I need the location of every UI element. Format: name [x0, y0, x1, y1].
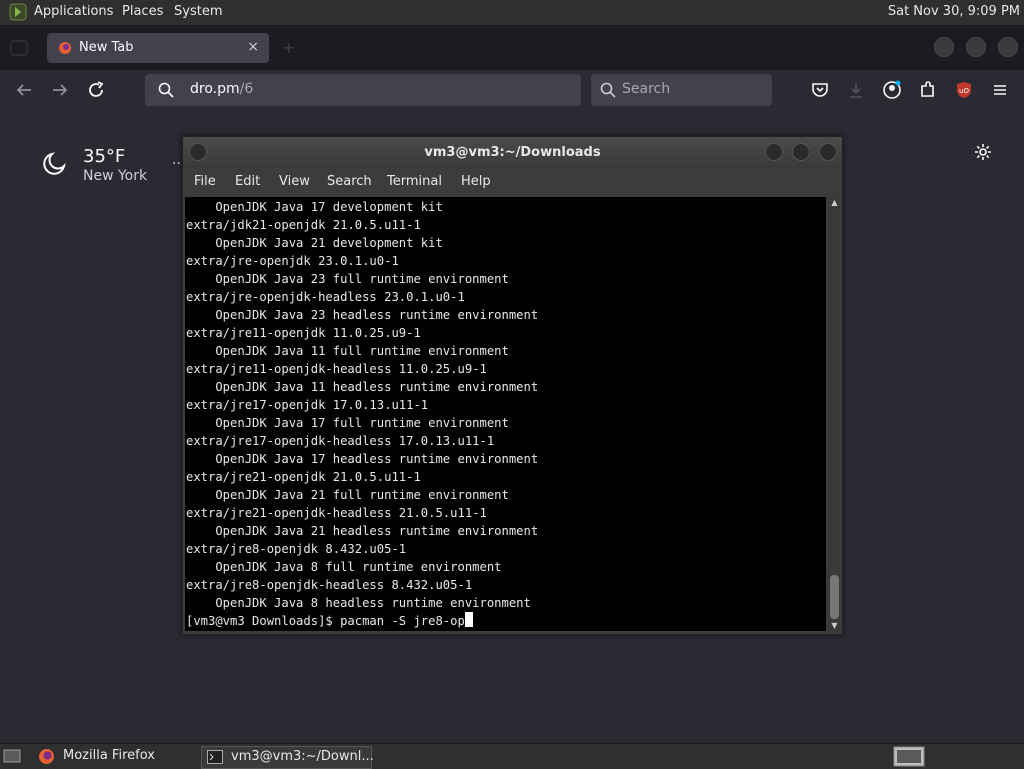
forward-arrow-icon[interactable]: [48, 78, 72, 102]
terminal-menu-search[interactable]: Search: [327, 174, 372, 189]
terminal-line: extra/jre21-openjdk 21.0.5.u11-1: [186, 470, 421, 484]
firefox-icon: [39, 749, 54, 764]
terminal-line: OpenJDK Java 23 full runtime environment: [186, 272, 509, 286]
ublock-badge-text: uO: [959, 87, 969, 95]
terminal-line: OpenJDK Java 21 headless runtime environ…: [186, 524, 539, 538]
terminal-line: OpenJDK Java 17 development kit: [186, 200, 443, 214]
terminal-scrollbar[interactable]: ▲ ▼: [828, 197, 841, 631]
terminal-close-button[interactable]: [819, 143, 837, 161]
search-placeholder: Search: [622, 81, 671, 97]
terminal-line: OpenJDK Java 8 headless runtime environm…: [186, 596, 531, 610]
terminal-line: extra/jre-openjdk 23.0.1.u0-1: [186, 254, 399, 268]
terminal-minimize-button[interactable]: [765, 143, 783, 161]
gear-icon[interactable]: [973, 142, 993, 162]
menu-applications[interactable]: Applications: [34, 4, 113, 19]
terminal-line: OpenJDK Java 11 headless runtime environ…: [186, 380, 539, 394]
terminal-menu-terminal[interactable]: Terminal: [387, 174, 442, 189]
terminal-line: extra/jre11-openjdk-headless 11.0.25.u9-…: [186, 362, 487, 376]
terminal-line: OpenJDK Java 17 full runtime environment: [186, 416, 509, 430]
back-arrow-icon[interactable]: [12, 78, 36, 102]
terminal-line: extra/jre21-openjdk-headless 21.0.5.u11-…: [186, 506, 487, 520]
show-desktop-icon[interactable]: [3, 748, 21, 764]
task-firefox-label: Mozilla Firefox: [63, 748, 155, 763]
search-icon: [158, 82, 174, 98]
minimize-window-button[interactable]: [934, 37, 954, 57]
terminal-line: OpenJDK Java 21 full runtime environment: [186, 488, 509, 502]
terminal-line: OpenJDK Java 8 full runtime environment: [186, 560, 502, 574]
scroll-down-arrow-icon[interactable]: ▼: [828, 621, 841, 630]
workspace-switcher-icon[interactable]: [893, 746, 925, 767]
terminal-cursor: [464, 612, 473, 627]
top-panel: Applications Places System Sat Nov 30, 9…: [0, 0, 1024, 26]
reload-icon[interactable]: [84, 78, 108, 102]
tab-close-icon[interactable]: ×: [247, 39, 259, 55]
hamburger-menu-icon[interactable]: [990, 80, 1010, 100]
nav-bar: dro.pm/6 Search uO: [0, 70, 1024, 110]
weather-temperature[interactable]: 35°F: [83, 146, 125, 167]
terminal-menu-help[interactable]: Help: [461, 174, 491, 189]
terminal-menu-view[interactable]: View: [279, 174, 310, 189]
moon-weather-icon: [43, 152, 66, 175]
terminal-title: vm3@vm3:~/Downloads: [424, 145, 601, 160]
terminal-prompt: [vm3@vm3 Downloads]$ pacman -S jre8-op: [186, 614, 465, 628]
extensions-icon[interactable]: [918, 80, 938, 100]
terminal-line: extra/jdk21-openjdk 21.0.5.u11-1: [186, 218, 421, 232]
terminal-window[interactable]: vm3@vm3:~/Downloads File Edit View Searc…: [182, 136, 843, 635]
task-terminal-label: vm3@vm3:~/Downl...: [231, 749, 374, 764]
task-firefox[interactable]: Mozilla Firefox: [34, 746, 194, 767]
firefox-favicon-icon: [59, 42, 71, 54]
terminal-output[interactable]: OpenJDK Java 17 development kit extra/jdk…: [185, 197, 826, 631]
terminal-menu-file[interactable]: File: [194, 174, 216, 189]
terminal-menu-edit[interactable]: Edit: [235, 174, 260, 189]
terminal-line: OpenJDK Java 23 headless runtime environ…: [186, 308, 539, 322]
url-bar[interactable]: dro.pm/6: [145, 74, 581, 106]
terminal-maximize-button[interactable]: [792, 143, 810, 161]
terminal-prompt-line[interactable]: [vm3@vm3 Downloads]$ pacman -S jre8-op: [186, 612, 538, 630]
terminal-line: extra/jre8-openjdk 8.432.u05-1: [186, 542, 407, 556]
terminal-line: extra/jre11-openjdk 11.0.25.u9-1: [186, 326, 421, 340]
menu-places[interactable]: Places: [122, 4, 163, 19]
scroll-up-arrow-icon[interactable]: ▲: [828, 198, 841, 207]
terminal-line: extra/jre-openjdk-headless 23.0.1.u0-1: [186, 290, 465, 304]
url-host: dro.pm: [190, 81, 240, 97]
bottom-taskbar: Mozilla Firefox vm3@vm3:~/Downl...: [0, 743, 1024, 769]
weather-more-options[interactable]: ..: [172, 152, 181, 168]
new-tab-button[interactable]: +: [282, 38, 295, 57]
terminal-titlebar[interactable]: vm3@vm3:~/Downloads: [183, 137, 842, 168]
download-icon[interactable]: [846, 80, 866, 100]
close-window-button[interactable]: [998, 37, 1018, 57]
account-icon[interactable]: [882, 80, 902, 100]
terminal-line: OpenJDK Java 17 headless runtime environ…: [186, 452, 539, 466]
scrollbar-thumb[interactable]: [830, 575, 839, 619]
search-bar[interactable]: Search: [591, 74, 772, 106]
terminal-icon: [207, 750, 223, 764]
menu-system[interactable]: System: [174, 4, 222, 19]
ublock-icon[interactable]: uO: [954, 80, 974, 100]
search-icon: [600, 82, 616, 98]
maximize-window-button[interactable]: [966, 37, 986, 57]
terminal-line: extra/jre8-openjdk-headless 8.432.u05-1: [186, 578, 473, 592]
pocket-icon[interactable]: [810, 80, 830, 100]
panel-clock[interactable]: Sat Nov 30, 9:09 PM: [888, 4, 1020, 19]
tab-list-icon[interactable]: [10, 40, 28, 56]
tab-new-tab[interactable]: New Tab ×: [47, 33, 269, 63]
tab-bar: New Tab × +: [0, 26, 1024, 70]
url-text: dro.pm/6: [190, 81, 253, 97]
terminal-line: extra/jre17-openjdk-headless 17.0.13.u11…: [186, 434, 495, 448]
terminal-lines: OpenJDK Java 17 development kit extra/jdk…: [186, 198, 538, 630]
url-path: /6: [239, 81, 254, 97]
terminal-line: OpenJDK Java 21 development kit: [186, 236, 443, 250]
terminal-line: extra/jre17-openjdk 17.0.13.u11-1: [186, 398, 429, 412]
tab-title: New Tab: [79, 40, 134, 55]
gnome-foot-icon[interactable]: [9, 3, 27, 21]
weather-location[interactable]: New York: [83, 168, 147, 184]
terminal-line: OpenJDK Java 11 full runtime environment: [186, 344, 509, 358]
terminal-menubar: File Edit View Search Terminal Help: [183, 168, 842, 196]
task-terminal[interactable]: vm3@vm3:~/Downl...: [201, 746, 374, 769]
